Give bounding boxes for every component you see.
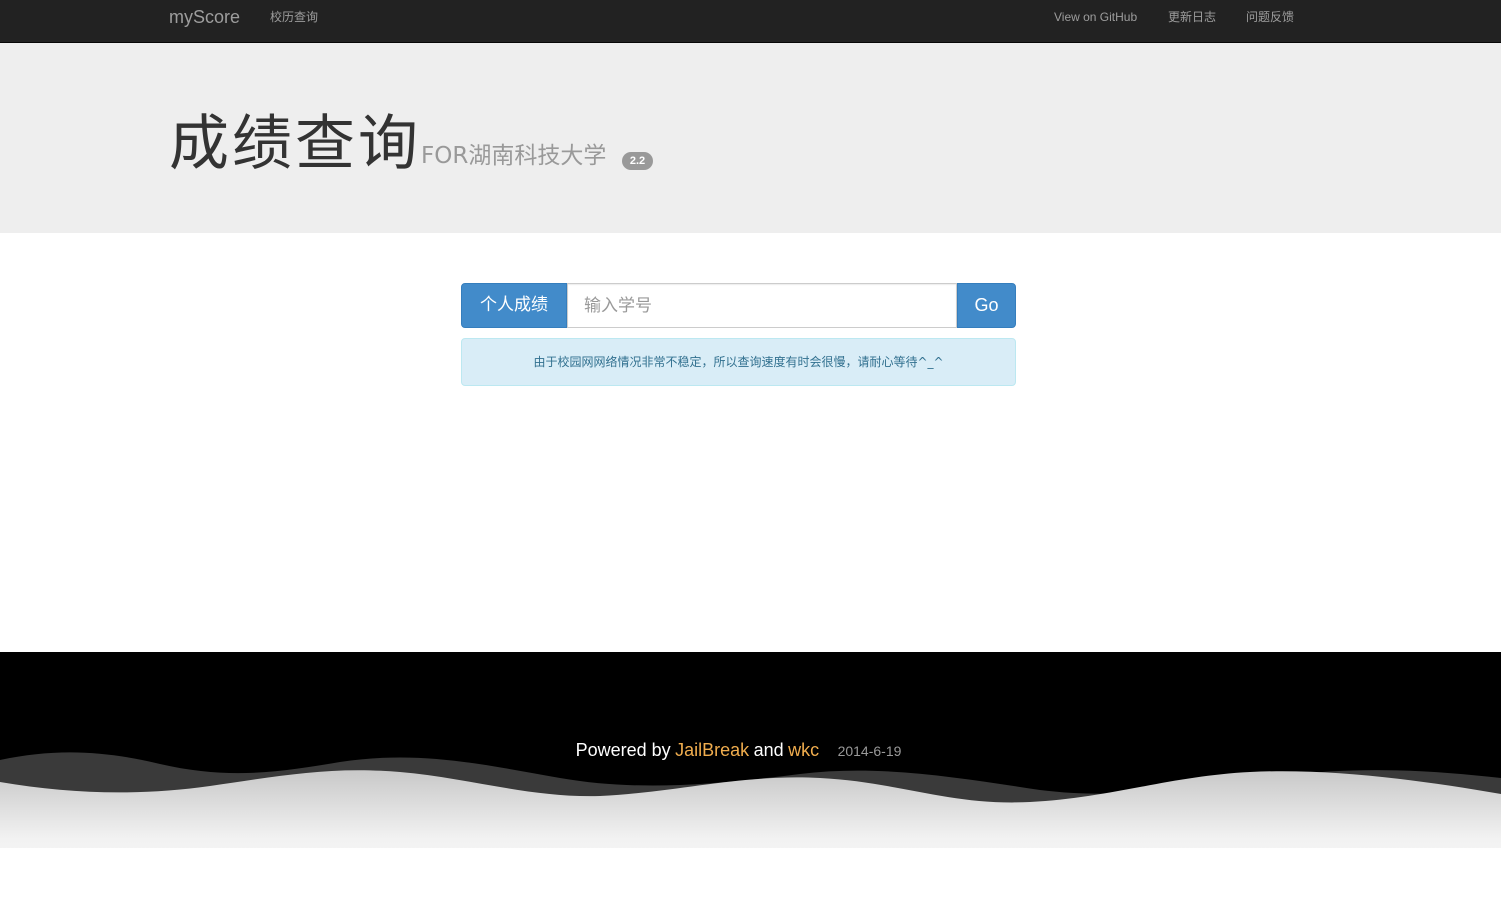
page-subtitle: FOR湖南科技大学 bbox=[421, 143, 607, 169]
top-navbar: myScore 校历查询 View on GitHub 更新日志 问题反馈 bbox=[0, 0, 1501, 43]
page-footer: Powered by JailBreak and wkc 2014-6-19 bbox=[0, 652, 1501, 923]
query-mode-button[interactable]: 个人成绩 bbox=[461, 283, 567, 328]
footer-date: 2014-6-19 bbox=[837, 743, 902, 759]
go-button[interactable]: Go bbox=[957, 283, 1016, 328]
version-badge: 2.2 bbox=[622, 152, 653, 170]
footer-link-jailbreak[interactable]: JailBreak bbox=[675, 740, 749, 760]
nav-link-feedback[interactable]: 问题反馈 bbox=[1246, 10, 1294, 24]
nav-link-github[interactable]: View on GitHub bbox=[1054, 10, 1137, 24]
brand-link[interactable]: myScore bbox=[169, 7, 240, 27]
nav-link-changelog[interactable]: 更新日志 bbox=[1168, 10, 1216, 24]
footer-credits: Powered by JailBreak and wkc 2014-6-19 bbox=[0, 740, 1501, 761]
footer-wave-decoration bbox=[0, 752, 1501, 923]
footer-link-wkc[interactable]: wkc bbox=[788, 740, 819, 760]
search-input-group: 个人成绩 Go bbox=[461, 283, 1016, 328]
page-title: 成绩查询 bbox=[169, 109, 421, 179]
footer-powered-by: Powered by bbox=[575, 740, 671, 760]
student-id-input[interactable] bbox=[567, 283, 957, 328]
footer-and: and bbox=[753, 740, 784, 760]
nav-link-calendar[interactable]: 校历查询 bbox=[270, 10, 318, 24]
info-alert: 由于校园网网络情况非常不稳定，所以查询速度有时会很慢，请耐心等待^_^ bbox=[461, 338, 1016, 386]
